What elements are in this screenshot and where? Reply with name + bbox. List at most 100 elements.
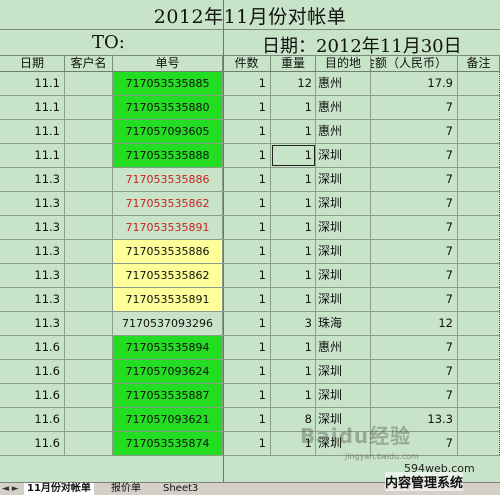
cell-date[interactable]: 11.3 — [0, 192, 65, 215]
cell-number[interactable]: 717053535887 — [113, 384, 223, 407]
cell-count[interactable]: 1 — [223, 192, 271, 215]
cell-customer[interactable] — [65, 144, 113, 167]
cell-date[interactable]: 11.6 — [0, 432, 65, 455]
cell-amount[interactable]: 7 — [371, 216, 458, 239]
cell-destination[interactable]: 深圳 — [316, 216, 371, 239]
cell-count[interactable]: 1 — [223, 240, 271, 263]
header-note[interactable]: 备注 — [458, 55, 500, 71]
cell-count[interactable]: 1 — [223, 312, 271, 335]
header-date[interactable]: 日期 — [0, 55, 65, 71]
cell-destination[interactable]: 深圳 — [316, 384, 371, 407]
cell-destination[interactable]: 深圳 — [316, 360, 371, 383]
cell-amount[interactable]: 7 — [371, 384, 458, 407]
cell-date[interactable]: 11.3 — [0, 168, 65, 191]
cell-date[interactable]: 11.3 — [0, 216, 65, 239]
cell-date[interactable]: 11.3 — [0, 288, 65, 311]
header-number[interactable]: 单号 — [113, 55, 223, 71]
cell-number[interactable]: 717053535862 — [113, 192, 223, 215]
spreadsheet-grid[interactable]: 2012年11月份对帐单 TO: 日期：2012年11月30日 日期 客户名 单… — [0, 0, 500, 482]
cell-customer[interactable] — [65, 384, 113, 407]
cell-number[interactable]: 717057093621 — [113, 408, 223, 431]
cell-date[interactable]: 11.6 — [0, 336, 65, 359]
cell-weight[interactable]: 1 — [271, 216, 316, 239]
cell-customer[interactable] — [65, 240, 113, 263]
cell-number[interactable]: 717053535891 — [113, 216, 223, 239]
cell-amount[interactable]: 7 — [371, 96, 458, 119]
cell-count[interactable]: 1 — [223, 96, 271, 119]
cell-date[interactable]: 11.1 — [0, 72, 65, 95]
cell-customer[interactable] — [65, 216, 113, 239]
cell-count[interactable]: 1 — [223, 72, 271, 95]
cell-count[interactable]: 1 — [223, 288, 271, 311]
cell-note[interactable] — [458, 432, 500, 455]
cell-note[interactable] — [458, 288, 500, 311]
cell-date[interactable]: 11.1 — [0, 96, 65, 119]
cell-customer[interactable] — [65, 432, 113, 455]
cell-date[interactable]: 11.3 — [0, 240, 65, 263]
cell-count[interactable]: 1 — [223, 144, 271, 167]
header-amount[interactable]: 金额（人民币） — [371, 55, 458, 71]
cell-note[interactable] — [458, 240, 500, 263]
cell-count[interactable]: 1 — [223, 336, 271, 359]
cell-amount[interactable]: 7 — [371, 120, 458, 143]
cell-destination[interactable]: 深圳 — [316, 288, 371, 311]
cell-count[interactable]: 1 — [223, 384, 271, 407]
cell-date[interactable]: 11.1 — [0, 144, 65, 167]
cell-count[interactable]: 1 — [223, 360, 271, 383]
cell-amount[interactable]: 7 — [371, 144, 458, 167]
cell-customer[interactable] — [65, 72, 113, 95]
cell-destination[interactable]: 惠州 — [316, 336, 371, 359]
cell-number[interactable]: 717053535888 — [113, 144, 223, 167]
cell-customer[interactable] — [65, 264, 113, 287]
cell-amount[interactable]: 7 — [371, 360, 458, 383]
cell-weight[interactable]: 1 — [271, 240, 316, 263]
cell-count[interactable]: 1 — [223, 264, 271, 287]
cell-date[interactable]: 11.6 — [0, 360, 65, 383]
header-weight[interactable]: 重量 — [271, 55, 316, 71]
cell-weight[interactable]: 1 — [271, 120, 316, 143]
cell-weight[interactable]: 1 — [271, 168, 316, 191]
cell-note[interactable] — [458, 96, 500, 119]
cell-number[interactable]: 717053535891 — [113, 288, 223, 311]
cell-note[interactable] — [458, 192, 500, 215]
cell-number[interactable]: 717053535874 — [113, 432, 223, 455]
cell-weight[interactable]: 1 — [271, 384, 316, 407]
tab-statement[interactable]: 11月份对帐单 — [24, 483, 94, 495]
cell-note[interactable] — [458, 336, 500, 359]
header-customer[interactable]: 客户名 — [65, 55, 113, 71]
cell-date[interactable]: 11.1 — [0, 120, 65, 143]
cell-note[interactable] — [458, 360, 500, 383]
cell-count[interactable]: 1 — [223, 120, 271, 143]
cell-note[interactable] — [458, 168, 500, 191]
cell-customer[interactable] — [65, 96, 113, 119]
cell-weight[interactable]: 12 — [271, 72, 316, 95]
cell-destination[interactable]: 深圳 — [316, 168, 371, 191]
cell-amount[interactable]: 7 — [371, 288, 458, 311]
cell-customer[interactable] — [65, 120, 113, 143]
cell-destination[interactable]: 深圳 — [316, 240, 371, 263]
cell-note[interactable] — [458, 144, 500, 167]
cell-number[interactable]: 717053535885 — [113, 72, 223, 95]
cell-customer[interactable] — [65, 168, 113, 191]
cell-weight[interactable]: 1 — [271, 192, 316, 215]
cell-weight[interactable]: 1 — [271, 96, 316, 119]
cell-weight[interactable]: 1 — [271, 288, 316, 311]
cell-note[interactable] — [458, 264, 500, 287]
cell-number[interactable]: 7170537093296 — [113, 312, 223, 335]
cell-count[interactable]: 1 — [223, 168, 271, 191]
cell-number[interactable]: 717057093605 — [113, 120, 223, 143]
cell-destination[interactable]: 深圳 — [316, 192, 371, 215]
cell-note[interactable] — [458, 384, 500, 407]
cell-amount[interactable]: 7 — [371, 192, 458, 215]
cell-note[interactable] — [458, 120, 500, 143]
cell-weight[interactable]: 3 — [271, 312, 316, 335]
cell-note[interactable] — [458, 408, 500, 431]
cell-date[interactable]: 11.6 — [0, 408, 65, 431]
cell-amount[interactable]: 12 — [371, 312, 458, 335]
cell-destination[interactable]: 惠州 — [316, 96, 371, 119]
tab-price-list[interactable]: 报价单 — [108, 483, 144, 495]
cell-destination[interactable]: 深圳 — [316, 264, 371, 287]
cell-amount[interactable]: 7 — [371, 168, 458, 191]
cell-count[interactable]: 1 — [223, 408, 271, 431]
cell-customer[interactable] — [65, 360, 113, 383]
